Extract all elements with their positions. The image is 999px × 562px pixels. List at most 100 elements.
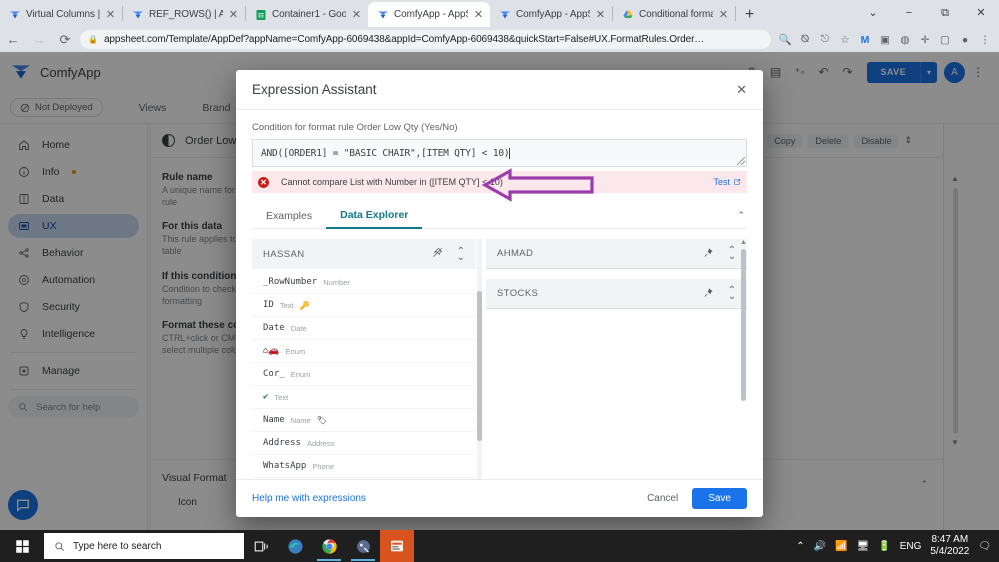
cancel-button[interactable]: Cancel [647,493,678,504]
share-icon[interactable]: ⎋ [815,33,835,46]
explorer-scrollbar[interactable]: ▲ ▼ [740,239,747,479]
column-list-scrollbar[interactable] [477,239,482,479]
column-row[interactable]: _RowNumber Number [252,271,476,294]
app-button[interactable] [380,530,414,562]
collapse-icon[interactable]: ⌃⌄ [457,246,465,263]
m-extension-icon[interactable]: M [855,34,875,46]
appsheet-icon [132,9,144,21]
explorer-left-column: HASSAN ⌃⌄ _RowNumber Number [252,239,476,479]
table-header-ahmad[interactable]: AHMAD ⌃⌄ [486,239,747,269]
puzzle-icon[interactable]: ◍ [895,34,915,46]
network-icon[interactable]: 🖥 [857,541,870,552]
scrollbar-thumb[interactable] [741,249,746,401]
error-icon: ✕ [258,177,269,188]
column-row[interactable]: Cor_ Enum [252,363,476,386]
column-row[interactable]: ✔ Text [252,386,476,409]
column-name: Address [263,438,301,448]
expand-icon[interactable]: ⌃⌄ [728,285,736,302]
column-row[interactable]: Order1 Enum [252,478,476,479]
column-row[interactable]: ID Text 🔑 [252,294,476,317]
search-icon[interactable]: 🔍 [775,33,795,46]
sidepanel-icon[interactable]: ▢ [935,34,955,46]
chrome-app-button[interactable] [312,530,346,562]
clock-time: 8:47 AM [931,534,968,545]
profile-icon[interactable]: ● [955,34,975,46]
battery-icon[interactable]: 🔋 [878,541,890,552]
window-close-button[interactable]: ✕ [963,0,999,27]
data-explorer: HASSAN ⌃⌄ _RowNumber Number [252,239,747,479]
table-name: AHMAD [497,248,533,259]
wifi-icon[interactable]: 📶 [835,541,847,552]
scroll-up-icon[interactable]: ▲ [740,239,747,246]
pin-icon[interactable] [703,287,714,301]
star-icon[interactable]: ☆ [835,34,855,46]
screenshot-icon[interactable]: ▣ [875,34,895,46]
language-indicator[interactable]: ENG [900,541,922,552]
new-tab-button[interactable]: + [736,3,763,27]
pin-icon[interactable] [703,247,714,261]
dialog-save-button[interactable]: Save [692,488,747,509]
taskbar-search-input[interactable]: Type here to search [44,533,244,559]
address-bar[interactable]: 🔒 appsheet.com/Template/AppDef?appName=C… [80,30,771,49]
close-icon[interactable]: ✕ [105,8,116,21]
browser-tab-5[interactable]: Conditional formattin ✕ [613,2,735,27]
volume-icon[interactable]: 🔊 [814,541,826,552]
browser-chrome: Virtual Columns | App ✕ REF_ROWS() | App… [0,0,999,52]
close-icon[interactable]: ✕ [736,82,747,98]
menu-icon[interactable]: ⋮ [975,34,995,46]
expand-icon[interactable]: ⌃⌄ [728,245,736,262]
tab-search-icon[interactable]: ⌄ [855,0,891,27]
clock[interactable]: 8:47 AM 5/4/2022 [930,534,969,559]
screen: Virtual Columns | App ✕ REF_ROWS() | App… [0,0,999,562]
close-icon[interactable]: ✕ [595,8,606,21]
scrollbar-thumb[interactable] [477,291,482,441]
reload-icon[interactable]: ⟳ [52,32,78,48]
task-view-button[interactable] [244,530,278,562]
table-actions: ⌃⌄ [432,246,465,263]
tab-data-explorer[interactable]: Data Explorer [326,203,422,229]
maximize-button[interactable]: ⧉ [927,0,963,27]
pin-icon[interactable]: ✛ [915,34,935,46]
close-icon[interactable]: ✕ [351,8,362,21]
appsheet-icon [499,9,511,21]
collapse-icon[interactable]: ⌃ [737,210,747,221]
column-type: Phone [312,462,334,471]
column-row[interactable]: Name Name 🏷 [252,409,476,432]
help-expressions-link[interactable]: Help me with expressions [252,493,366,504]
table-header-hassan[interactable]: HASSAN ⌃⌄ [252,239,476,269]
test-link[interactable]: Test [713,177,741,187]
edge-app-button[interactable] [278,530,312,562]
column-name: Name [263,415,285,425]
close-icon[interactable]: ✕ [718,8,729,21]
column-type: Enum [286,347,306,356]
expression-input[interactable]: AND([ORDER1] = "BASIC CHAIR",[ITEM QTY] … [252,139,747,167]
start-button[interactable] [0,530,44,562]
browser-tab-3-active[interactable]: ComfyApp - AppShee ✕ [368,2,490,27]
close-icon[interactable]: ✕ [473,8,484,21]
column-row[interactable]: WhatsApp Phone [252,455,476,478]
column-row[interactable]: Address Address [252,432,476,455]
explorer-right-column: AHMAD ⌃⌄ STOCKS [486,239,747,479]
paint3d-app-button[interactable] [346,530,380,562]
table-name: STOCKS [497,288,538,299]
table-header-stocks[interactable]: STOCKS ⌃⌄ [486,279,747,309]
browser-tab-1[interactable]: REF_ROWS() | AppShe ✕ [123,2,245,27]
column-type: Address [307,439,335,448]
forward-icon[interactable]: → [26,32,52,47]
chevron-up-icon[interactable]: ⌃ [796,541,804,552]
minimize-button[interactable]: − [891,0,927,27]
close-icon[interactable]: ✕ [228,8,239,21]
browser-tab-0[interactable]: Virtual Columns | App ✕ [0,2,122,27]
eye-off-icon[interactable]: ⦰ [795,33,815,46]
tab-examples[interactable]: Examples [252,204,326,228]
appsheet-icon [377,9,389,21]
back-icon[interactable]: ← [0,32,26,47]
unpin-icon[interactable] [432,247,443,261]
browser-tab-2[interactable]: Container1 - Google S ✕ [246,2,368,27]
column-name: ✔ [263,392,268,402]
column-row[interactable]: Date Date [252,317,476,340]
notification-icon[interactable]: 🗨 [978,541,991,552]
resize-handle[interactable] [737,157,745,165]
browser-tab-4[interactable]: ComfyApp - AppShee ✕ [490,2,612,27]
column-row[interactable]: ⌂🚗 Enum [252,340,476,363]
